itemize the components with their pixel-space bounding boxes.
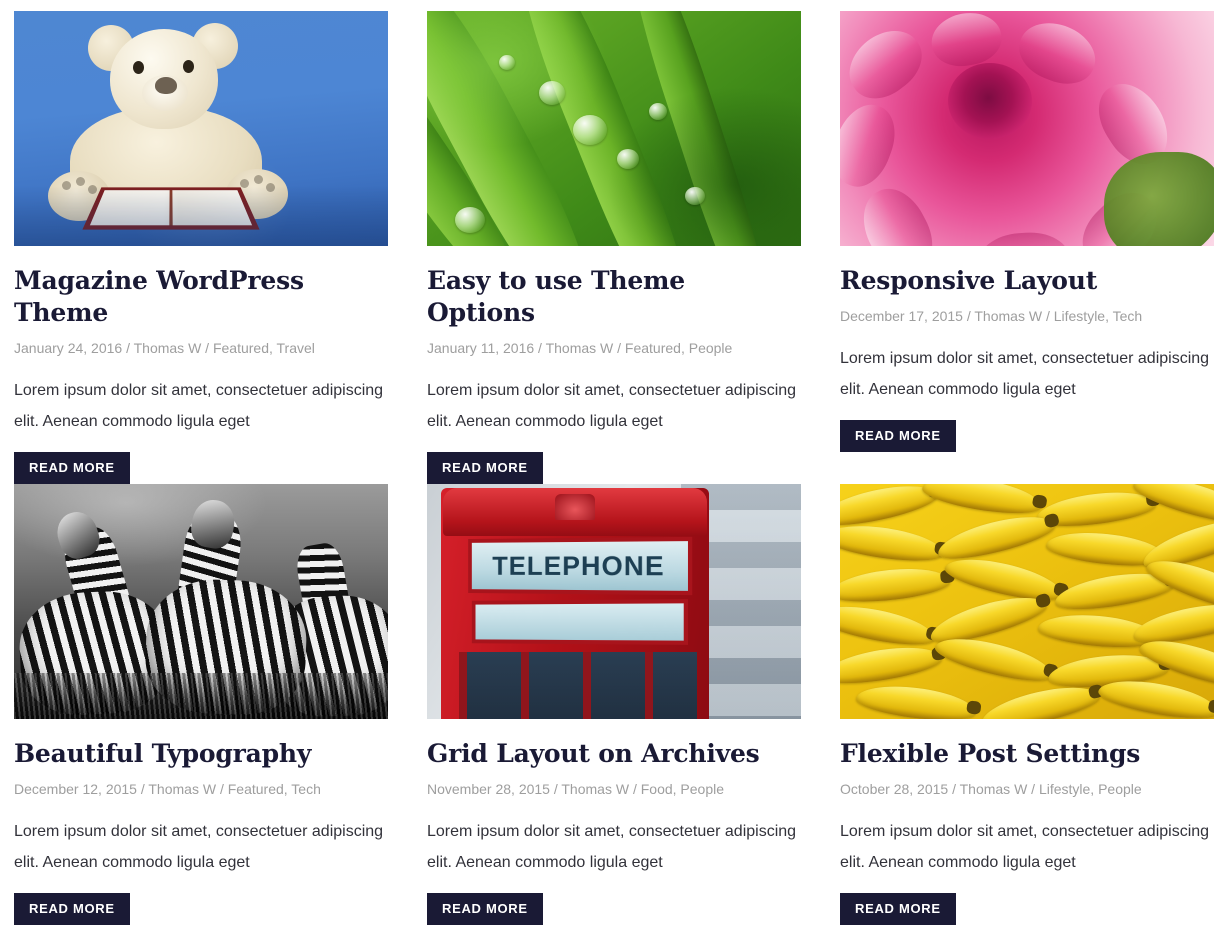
post-excerpt: Lorem ipsum dolor sit amet, consectetuer… [14, 823, 384, 871]
post-meta: December 12, 2015 / Thomas W / Featured,… [14, 781, 321, 797]
post-thumbnail-pink-dahlia[interactable] [840, 11, 1214, 246]
post-excerpt: Lorem ipsum dolor sit amet, consectetuer… [427, 382, 797, 430]
telephone-box-shape: TELEPHONE [441, 488, 709, 719]
post-excerpt: Lorem ipsum dolor sit amet, consectetuer… [427, 823, 797, 871]
petal-shape [840, 17, 934, 112]
water-drop-shape [499, 55, 515, 70]
post-title[interactable]: Beautiful Typography [14, 738, 388, 770]
telephone-box-windows [459, 652, 697, 719]
post-title[interactable]: Magazine WordPress Theme [14, 265, 388, 329]
water-drop-shape [685, 187, 705, 205]
post-thumbnail-teddy-bear[interactable] [14, 11, 388, 246]
telephone-sign-text: TELEPHONE [492, 550, 665, 581]
telephone-box-crown [443, 488, 707, 536]
water-drop-shape [455, 207, 485, 233]
petal-shape [850, 178, 945, 246]
teddy-eye-left-shape [133, 61, 144, 74]
petal-shape [976, 229, 1073, 246]
post-grid: Magazine WordPress Theme January 24, 201… [0, 0, 1232, 925]
post-card: TELEPHONE Grid Layout on Archives Novemb… [427, 484, 801, 925]
dahlia-center-shape [948, 63, 1032, 139]
read-more-button[interactable]: READ MORE [840, 893, 956, 925]
post-meta: January 11, 2016 / Thomas W / Featured, … [427, 340, 733, 356]
water-drop-shape [649, 103, 667, 120]
teddy-nose-shape [155, 77, 177, 94]
read-more-button[interactable]: READ MORE [14, 452, 130, 484]
water-drop-shape [573, 115, 607, 145]
leaf-shape [1104, 152, 1214, 246]
grass-bokeh-overlay [427, 11, 801, 246]
water-drop-shape [617, 149, 639, 169]
post-excerpt: Lorem ipsum dolor sit amet, consectetuer… [14, 382, 384, 430]
post-thumbnail-bananas[interactable] [840, 484, 1214, 719]
read-more-button[interactable]: READ MORE [14, 893, 130, 925]
read-more-button[interactable]: READ MORE [427, 452, 543, 484]
telephone-sign-panel-lower [471, 599, 688, 645]
post-meta: November 28, 2015 / Thomas W / Food, Peo… [427, 781, 725, 797]
read-more-button[interactable]: READ MORE [840, 420, 956, 452]
post-title[interactable]: Responsive Layout [840, 265, 1214, 297]
post-card: Magazine WordPress Theme January 24, 201… [14, 11, 388, 484]
post-thumbnail-zebras[interactable] [14, 484, 388, 719]
blanket-shadow [14, 186, 388, 246]
grass-foreground [14, 673, 388, 719]
post-card: Easy to use Theme Options January 11, 20… [427, 11, 801, 484]
post-meta: October 28, 2015 / Thomas W / Lifestyle,… [840, 781, 1142, 797]
post-title[interactable]: Grid Layout on Archives [427, 738, 801, 770]
post-card: Flexible Post Settings October 28, 2015 … [840, 484, 1214, 925]
post-thumbnail-grass-dew[interactable] [427, 11, 801, 246]
post-thumbnail-telephone-box[interactable]: TELEPHONE [427, 484, 801, 719]
teddy-eye-right-shape [183, 60, 194, 73]
post-card: Beautiful Typography December 12, 2015 /… [14, 484, 388, 925]
post-card: Responsive Layout December 17, 2015 / Th… [840, 11, 1214, 484]
petal-shape [927, 11, 1006, 72]
post-title[interactable]: Flexible Post Settings [840, 738, 1214, 770]
post-meta: January 24, 2016 / Thomas W / Featured, … [14, 340, 315, 356]
post-excerpt: Lorem ipsum dolor sit amet, consectetuer… [840, 350, 1210, 398]
petal-shape [840, 96, 905, 195]
telephone-sign-panel: TELEPHONE [468, 536, 693, 596]
water-drop-shape [539, 81, 565, 105]
post-meta: December 17, 2015 / Thomas W / Lifestyle… [840, 308, 1143, 324]
post-title[interactable]: Easy to use Theme Options [427, 265, 801, 329]
read-more-button[interactable]: READ MORE [427, 893, 543, 925]
crown-emblem-shape [555, 494, 595, 520]
post-excerpt: Lorem ipsum dolor sit amet, consectetuer… [840, 823, 1210, 871]
